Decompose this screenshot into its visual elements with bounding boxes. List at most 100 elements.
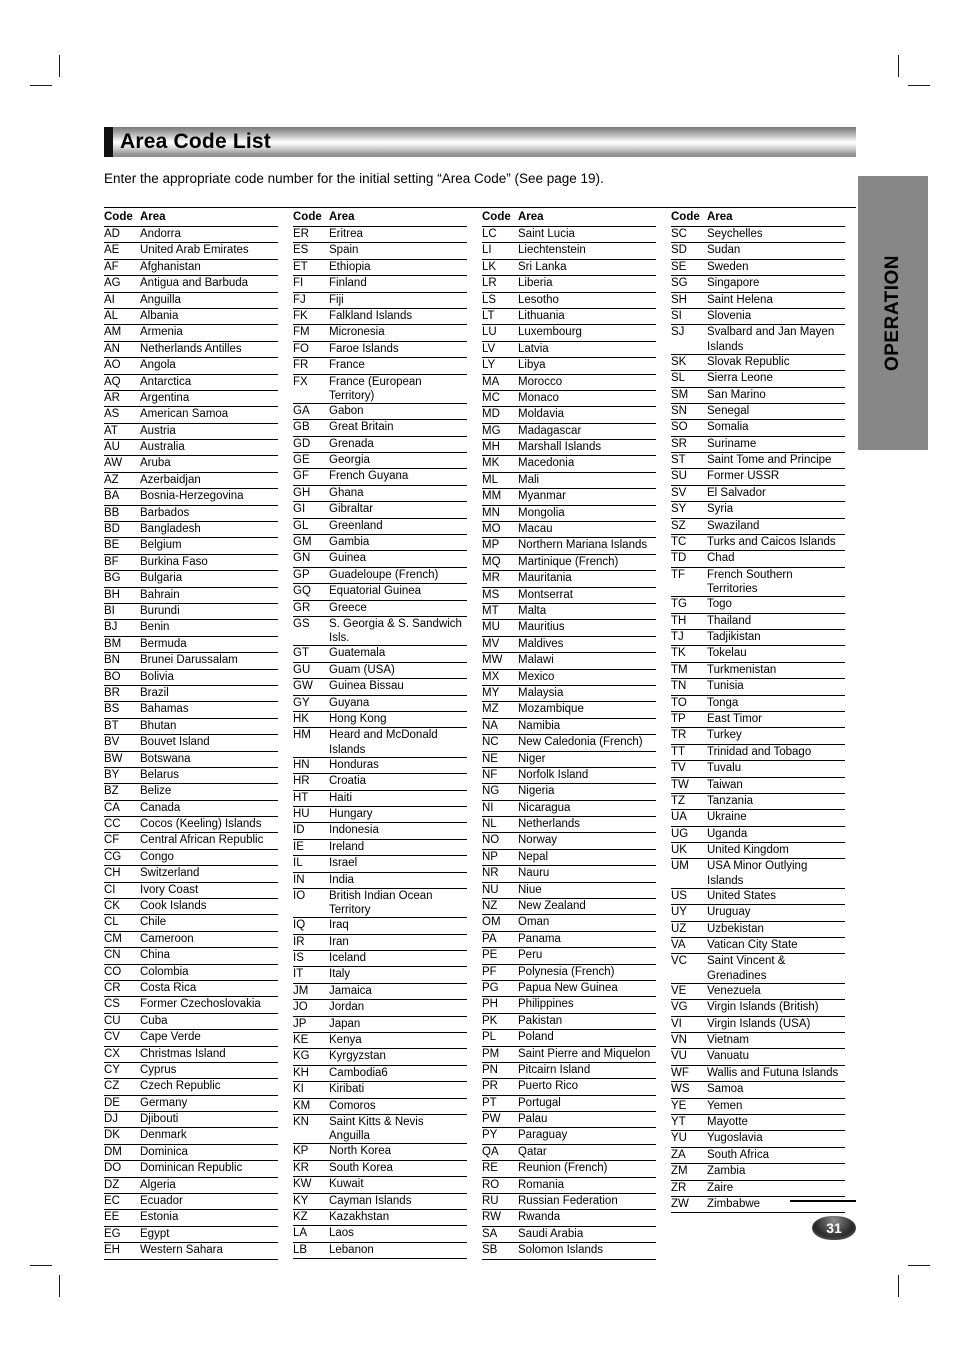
cell-area: Sierra Leone [707, 372, 773, 385]
cell-area: Bosnia-Herzegovina [140, 490, 244, 503]
table-row: GA Gabon [293, 404, 467, 421]
cell-area: Marshall Islands [518, 441, 602, 454]
table-row: ET Ethiopia [293, 260, 467, 277]
cell-code: MK [482, 457, 500, 470]
cell-area: Mali [518, 473, 540, 486]
cell-area: Azerbaidjan [140, 473, 201, 486]
table-row: GU Guam (USA) [293, 663, 467, 680]
cell-code: CM [104, 932, 122, 945]
cell-code: BZ [104, 785, 119, 798]
cell-area: Gambia [329, 536, 370, 549]
cell-code: JP [293, 1017, 307, 1030]
table-row: PK Pakistan [482, 1014, 656, 1031]
cell-code: GN [293, 552, 311, 565]
crop-mark-top-left-vertical [59, 55, 60, 77]
cell-area: Ireland [329, 840, 365, 853]
cell-area: India [329, 873, 354, 886]
cell-code: GI [293, 503, 306, 516]
table-row: LK Sri Lanka [482, 260, 656, 277]
cell-area: Hungary [329, 807, 373, 820]
cell-area: Greenland [329, 519, 383, 532]
table-row: ER Eritrea [293, 227, 467, 244]
cell-code: MM [482, 490, 502, 503]
table-row: TZ Tanzania [671, 794, 845, 811]
cell-area: Congo [140, 850, 174, 863]
cell-code: CY [104, 1063, 120, 1076]
cell-area: North Korea [329, 1145, 392, 1158]
table-row: SM San Marino [671, 388, 845, 404]
cell-area: Greece [329, 601, 367, 614]
table-row: LT Lithuania [482, 309, 656, 326]
table-row: JM Jamaica [293, 984, 467, 1001]
table-row: MV Maldives [482, 637, 656, 654]
cell-code: SE [671, 260, 687, 273]
table-row: GE Georgia [293, 453, 467, 470]
cell-code: KM [293, 1099, 311, 1112]
cell-code: TH [671, 614, 687, 627]
cell-area: East Timor [707, 712, 762, 725]
cell-code: SB [482, 1244, 498, 1257]
table-row: PR Puerto Rico [482, 1079, 656, 1096]
cell-area: Lithuania [518, 309, 565, 322]
cell-area: Ecuador [140, 1195, 183, 1208]
cell-code: IS [293, 952, 304, 965]
cell-code: NZ [482, 900, 498, 913]
cell-area: Lesotho [518, 293, 559, 306]
table-row: AL Albania [104, 309, 278, 326]
table-row: SO Somalia [671, 420, 845, 437]
cell-area: Japan [329, 1017, 361, 1030]
table-row: MW Malawi [482, 653, 656, 670]
table-row: WF Wallis and Futuna Islands [671, 1066, 845, 1083]
cell-area: Guadeloupe (French) [329, 568, 439, 581]
cell-code: NI [482, 801, 494, 814]
cell-code: MG [482, 424, 501, 437]
table-row: KH Cambodia6 [293, 1066, 467, 1083]
cell-area: Bhutan [140, 719, 177, 732]
cell-area: Turkmenistan [707, 663, 777, 676]
cell-code: FX [293, 375, 308, 388]
table-row: BA Bosnia-Herzegovina [104, 489, 278, 506]
cell-code: SN [671, 404, 687, 417]
cell-code: LK [482, 260, 497, 273]
cell-code: LB [293, 1243, 308, 1256]
table-row: FO Faroe Islands [293, 342, 467, 359]
table-row: LC Saint Lucia [482, 227, 656, 244]
table-row: MA Morocco [482, 375, 656, 391]
cell-code: GW [293, 680, 313, 693]
table-row: TR Turkey [671, 728, 845, 745]
table-row: MR Mauritania [482, 571, 656, 588]
cell-code: TJ [671, 631, 684, 644]
cell-code: DJ [104, 1113, 119, 1126]
cell-area: Portugal [518, 1096, 561, 1109]
table-row: SJ Svalbard and Jan Mayen Islands [671, 325, 845, 355]
cell-code: KN [293, 1115, 309, 1128]
cell-area: Sweden [707, 260, 749, 273]
cell-area: Albania [140, 309, 179, 322]
cell-code: CC [104, 818, 121, 831]
cell-code: KG [293, 1050, 310, 1063]
table-row: ID Indonesia [293, 823, 467, 840]
table-row: SU Former USSR [671, 469, 845, 486]
cell-area: Cape Verde [140, 1031, 201, 1044]
cell-area: Eritrea [329, 228, 363, 240]
table-row: MU Mauritius [482, 620, 656, 637]
cell-area: Uzbekistan [707, 922, 764, 935]
table-row: HM Heard and McDonald Islands [293, 728, 467, 758]
table-row: MG Madagascar [482, 424, 656, 441]
cell-code: MX [482, 670, 500, 683]
cell-area: Comoros [329, 1099, 376, 1112]
table-row: RU Russian Federation [482, 1194, 656, 1211]
cell-area: Solomon Islands [518, 1244, 604, 1257]
cell-code: SV [671, 486, 687, 499]
cell-code: VN [671, 1034, 687, 1047]
table-row: BG Bulgaria [104, 571, 278, 588]
cell-code: BO [104, 670, 121, 683]
cell-code: AU [104, 441, 120, 454]
table-row: CX Christmas Island [104, 1047, 278, 1063]
cell-code: CA [104, 801, 120, 814]
table-row: BV Bouvet Island [104, 735, 278, 752]
table-row: AW Aruba [104, 456, 278, 473]
cell-area: Oman [518, 916, 550, 929]
cell-code: AZ [104, 473, 119, 486]
cell-code: DO [104, 1162, 122, 1175]
